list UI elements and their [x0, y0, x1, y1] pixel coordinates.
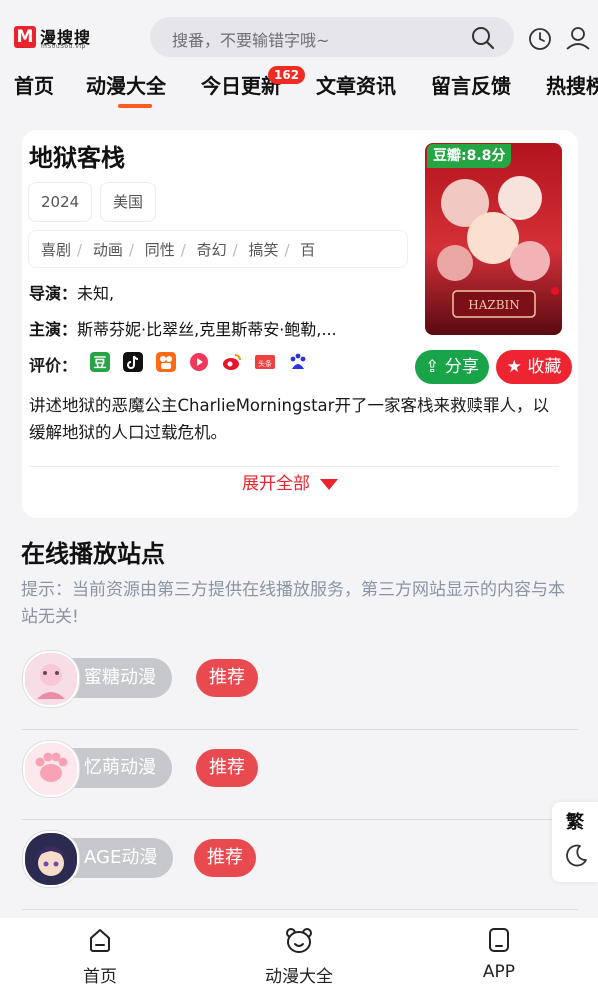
dark-mode-icon[interactable]	[563, 842, 589, 868]
anime-detail-card: 地狱客栈 2024 美国 喜剧 / 动画 / 同性 / 奇幻 / 搞笑 / 百 导演：未知…	[22, 130, 578, 518]
rating-label: 评价：	[29, 356, 78, 375]
douyin-icon[interactable]	[123, 352, 143, 372]
share-button[interactable]: ⇪ 分享	[415, 350, 489, 384]
expand-label: 展开全部	[242, 474, 310, 494]
douban-icon[interactable]: 豆	[90, 352, 110, 372]
star-icon: ★	[506, 357, 522, 377]
search-placeholder: 搜番，不要输错字哦~	[172, 31, 330, 50]
region-tag[interactable]: 美国	[100, 182, 157, 222]
tab-label: APP	[482, 962, 516, 982]
director-value: 未知,	[77, 284, 115, 303]
cast-value: 斯蒂芬妮·比翠丝,克里斯蒂安·鲍勒,...	[77, 320, 337, 339]
cast-label: 主演：	[29, 320, 78, 339]
tab-label: 动漫大全	[265, 967, 333, 987]
share-label: 分享	[444, 357, 479, 377]
share-icon: ⇪	[425, 357, 440, 377]
weibo-icon[interactable]	[222, 352, 242, 372]
favorite-button[interactable]: ★ 收藏	[496, 350, 572, 384]
expand-all-button[interactable]: 展开全部	[242, 469, 338, 494]
director-row: 导演：未知,	[29, 280, 114, 304]
genre-tag[interactable]: 喜剧	[41, 241, 71, 259]
recommend-badge: 推荐	[194, 839, 256, 877]
tab-anime-all[interactable]: 动漫大全	[229, 926, 369, 987]
site-row[interactable]: 蜜糖动漫 推荐	[22, 640, 578, 730]
toutiao-icon[interactable]: 头条	[255, 352, 275, 372]
site-name: 忆萌动漫	[84, 757, 156, 778]
bilibili-icon[interactable]	[189, 352, 209, 372]
nav-feedback[interactable]: 留言反馈	[431, 70, 511, 99]
site-name: AGE动漫	[84, 847, 158, 868]
svg-text:豆: 豆	[93, 356, 106, 371]
active-tab-indicator	[118, 104, 152, 108]
category-nav: 首页 动漫大全 今日更新 文章资讯 留言反馈 热搜榜 162	[0, 64, 598, 114]
nav-anime-all[interactable]: 动漫大全	[86, 70, 166, 99]
nav-home[interactable]: 首页	[14, 70, 54, 99]
recommend-badge: 推荐	[196, 749, 258, 787]
search-icon[interactable]	[470, 25, 496, 51]
third-party-notice: 提示：当前资源由第三方提供在线播放服务，第三方网站显示的内容与本站无关!	[21, 580, 565, 627]
site-avatar	[23, 831, 79, 887]
poster-image: HAZBIN	[425, 143, 562, 335]
logo-subtitle: mSouSou.vip	[41, 43, 86, 50]
favorite-label: 收藏	[527, 357, 562, 377]
site-row[interactable]: 忆萌动漫 推荐	[22, 730, 578, 820]
nav-hot-search[interactable]: 热搜榜	[546, 70, 598, 99]
divider	[29, 466, 559, 467]
section-title-sites: 在线播放站点	[21, 540, 165, 568]
anime-poster[interactable]: HAZBIN	[425, 143, 562, 335]
recommend-badge: 推荐	[196, 659, 258, 697]
header: M 漫搜搜 mSouSou.vip 搜番，不要输错字哦~ 首页 动漫大全 今日更…	[0, 0, 598, 118]
update-count-badge: 162	[268, 66, 306, 84]
home-icon	[90, 929, 110, 952]
douban-score-badge: 豆瓣:8.8分	[427, 144, 512, 168]
site-avatar	[23, 651, 79, 707]
logo-mark: M	[14, 26, 36, 48]
genre-list: 喜剧 / 动画 / 同性 / 奇幻 / 搞笑 / 百	[28, 230, 408, 268]
genre-tag[interactable]: 搞笑	[248, 241, 278, 259]
site-logo[interactable]: M 漫搜搜 mSouSou.vip	[14, 24, 106, 52]
caret-down-icon	[320, 478, 338, 490]
tab-label: 首页	[83, 967, 117, 987]
genre-tag[interactable]: 奇幻	[197, 241, 227, 259]
svg-text:HAZBIN: HAZBIN	[468, 298, 520, 312]
genre-tag[interactable]: 同性	[145, 241, 175, 259]
row-divider	[22, 909, 578, 910]
anime-description: 讲述地狱的恶魔公主CharlieMorningstar开了一家客栈来救赎罪人，以…	[29, 396, 549, 442]
history-icon[interactable]	[527, 26, 553, 52]
traditional-chinese-toggle[interactable]: 繁	[566, 808, 584, 834]
nav-articles[interactable]: 文章资讯	[316, 70, 396, 99]
tab-app[interactable]: APP	[429, 926, 569, 982]
cast-row: 主演：斯蒂芬妮·比翠丝,克里斯蒂安·鲍勒,...	[29, 316, 337, 340]
bottom-tab-bar: 首页 动漫大全 APP	[0, 918, 598, 998]
floating-tools: 繁	[552, 802, 598, 882]
bear-icon	[286, 928, 312, 953]
tab-home[interactable]: 首页	[30, 926, 170, 987]
search-input[interactable]: 搜番，不要输错字哦~	[150, 17, 514, 57]
genre-tag[interactable]: 百	[300, 241, 315, 259]
kuaishou-icon[interactable]	[156, 352, 176, 372]
baidu-icon[interactable]	[288, 352, 308, 372]
site-row[interactable]: AGE动漫 推荐	[22, 820, 578, 910]
site-avatar	[23, 741, 79, 797]
genre-tag[interactable]: 动画	[93, 241, 123, 259]
year-tag[interactable]: 2024	[28, 182, 93, 222]
svg-text:头条: 头条	[258, 359, 272, 368]
anime-title: 地狱客栈	[29, 144, 125, 172]
phone-icon	[489, 928, 509, 952]
director-label: 导演：	[29, 284, 78, 303]
site-name: 蜜糖动漫	[84, 667, 156, 688]
user-icon[interactable]	[565, 25, 591, 51]
